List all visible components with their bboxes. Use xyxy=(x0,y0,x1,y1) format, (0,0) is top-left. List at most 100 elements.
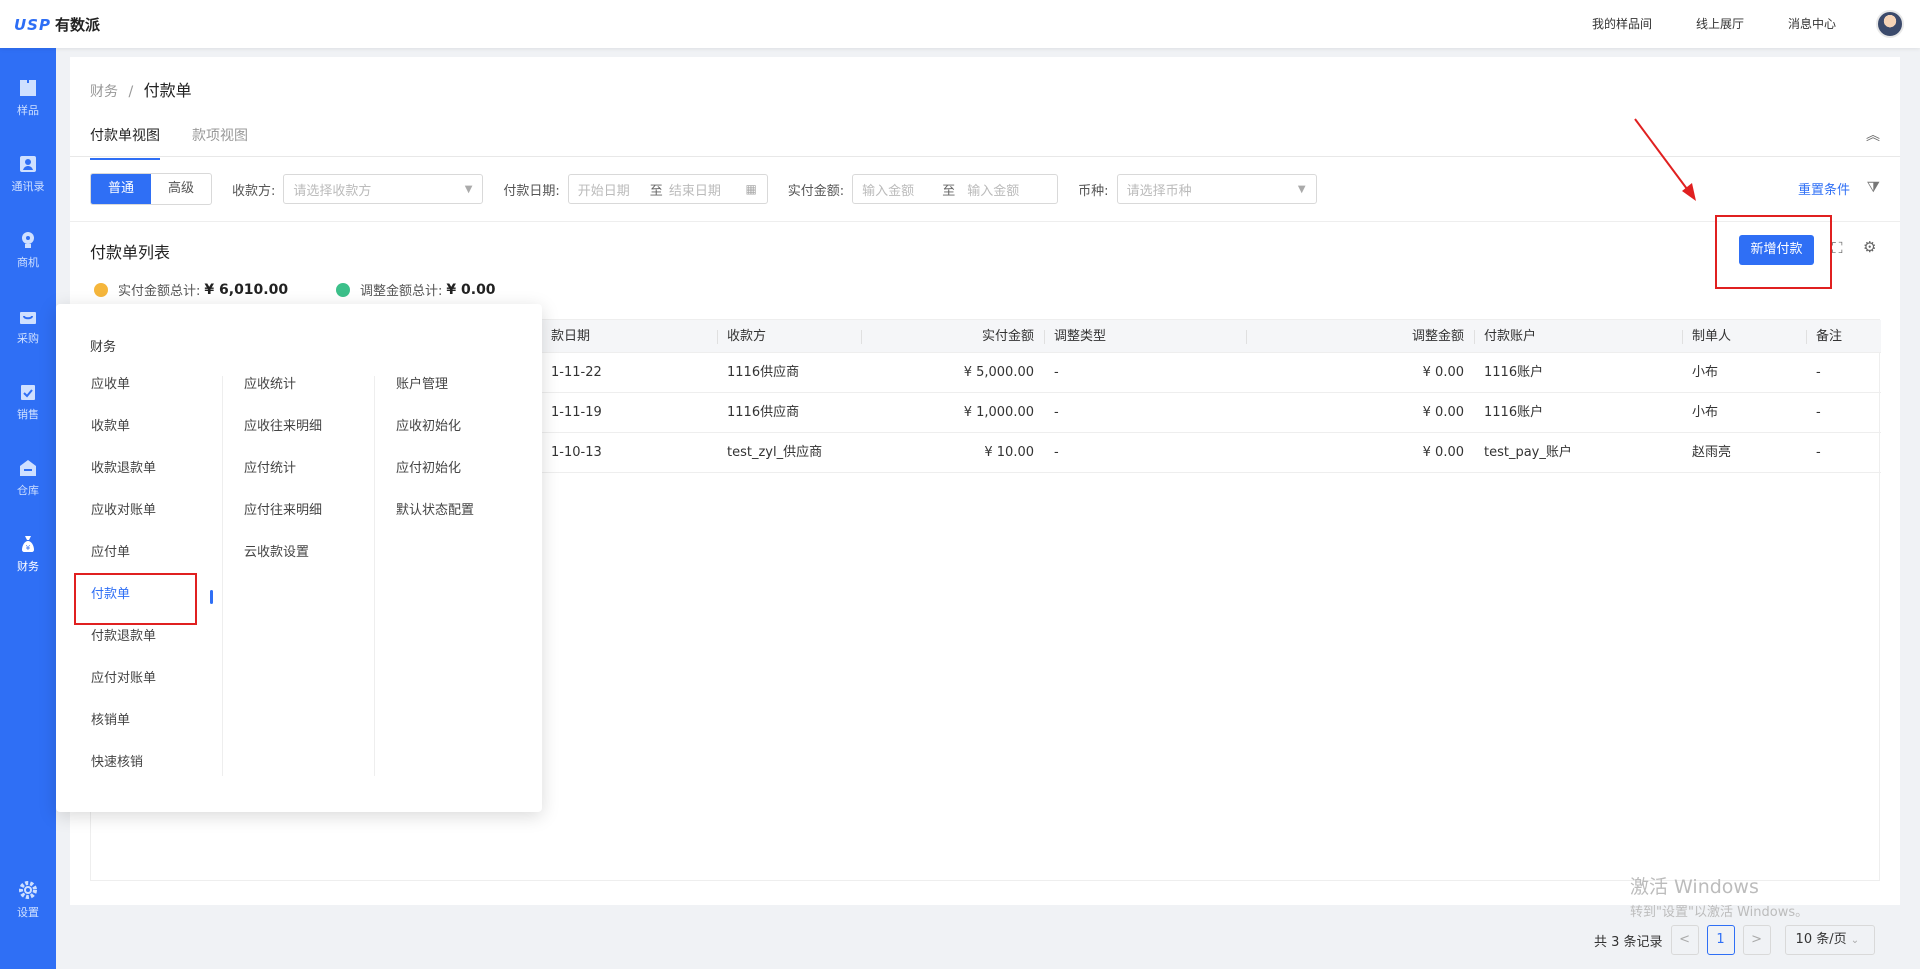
cell-adjust-amount: ¥ 0.00 xyxy=(1422,445,1464,460)
menu-item-receivable-init[interactable]: 应收初始化 xyxy=(396,418,474,460)
column-separator xyxy=(1474,330,1475,344)
tab-item-view[interactable]: 款项视图 xyxy=(192,125,248,160)
sidebar-item-finance[interactable]: ¥ 财务 xyxy=(0,534,56,574)
menu-item-account-management[interactable]: 账户管理 xyxy=(396,376,474,418)
date-end-placeholder: 结束日期 xyxy=(668,183,721,199)
menu-item-payment-refund[interactable]: 付款退款单 xyxy=(91,628,156,670)
contacts-icon xyxy=(20,156,36,172)
menu-item-receivable-detail[interactable]: 应收往来明细 xyxy=(244,418,322,460)
cell-adjust-type: - xyxy=(1054,445,1059,460)
payment-date-label: 付款日期: xyxy=(503,183,560,199)
breadcrumb-parent[interactable]: 财务 xyxy=(90,84,118,100)
sidebar-item-purchase[interactable]: 采购 xyxy=(0,306,56,346)
menu-column-divider xyxy=(374,376,375,776)
mode-advanced-button[interactable]: 高级 xyxy=(151,174,211,204)
menu-item-quick-writeoff[interactable]: 快速核销 xyxy=(91,754,156,796)
list-title: 付款单列表 xyxy=(90,243,171,262)
online-showroom-link[interactable]: 线上展厅 xyxy=(1696,15,1744,32)
breadcrumb: 财务 / 付款单 xyxy=(90,77,192,101)
section-divider xyxy=(70,221,1900,222)
menu-item-payable-stats[interactable]: 应付统计 xyxy=(244,460,322,502)
sidebar-label: 采购 xyxy=(17,332,39,345)
pagination: 共 3 条记录 < 1 > 10 条/页 ⌄ xyxy=(1594,925,1875,955)
sidebar-item-settings[interactable]: 设置 xyxy=(0,880,56,920)
menu-item-receivable[interactable]: 应收单 xyxy=(91,376,156,418)
column-header-creator[interactable]: 制单人 xyxy=(1692,320,1731,353)
lock-icon xyxy=(336,282,350,297)
message-center-link[interactable]: 消息中心 xyxy=(1788,15,1836,32)
sidebar-label: 设置 xyxy=(17,906,39,919)
menu-title: 财务 xyxy=(90,340,117,355)
column-header-date[interactable]: 款日期 xyxy=(551,320,590,353)
sidebar-label: 样品 xyxy=(17,104,39,117)
app-logo[interactable]: USP 有数派 xyxy=(14,14,100,35)
svg-text:¥: ¥ xyxy=(26,544,31,552)
page-size-select[interactable]: 10 条/页 ⌄ xyxy=(1784,925,1875,955)
my-sample-room-link[interactable]: 我的样品间 xyxy=(1592,15,1652,32)
filter-mode-toggle: 普通 高级 xyxy=(90,173,212,205)
sidebar-label: 财务 xyxy=(17,560,39,573)
sidebar-item-warehouse[interactable]: 仓库 xyxy=(0,458,56,498)
page-1-button[interactable]: 1 xyxy=(1706,925,1735,955)
menu-item-default-status-config[interactable]: 默认状态配置 xyxy=(396,502,474,544)
cell-paid-amount: ¥ 1,000.00 xyxy=(963,405,1034,420)
column-separator xyxy=(1806,330,1807,344)
settings-icon[interactable]: ⚙ xyxy=(1863,238,1876,256)
menu-item-payable-init[interactable]: 应付初始化 xyxy=(396,460,474,502)
sidebar-label: 销售 xyxy=(17,408,39,421)
cell-account: 1116账户 xyxy=(1484,405,1544,420)
column-header-remark[interactable]: 备注 xyxy=(1816,320,1842,353)
payment-date-range[interactable]: 开始日期 至 结束日期 ▦ xyxy=(567,174,768,204)
cell-creator: 小布 xyxy=(1692,405,1719,420)
collapse-icon[interactable]: ︽ xyxy=(1866,125,1880,145)
next-page-button[interactable]: > xyxy=(1742,925,1771,955)
avatar[interactable] xyxy=(1876,10,1904,38)
windows-activation-watermark: 激活 Windows 转到"设置"以激活 Windows。 xyxy=(1630,872,1808,920)
sidebar-label: 商机 xyxy=(17,256,39,269)
menu-column-3: 账户管理 应收初始化 应付初始化 默认状态配置 xyxy=(396,376,474,544)
cell-adjust-amount: ¥ 0.00 xyxy=(1422,405,1464,420)
column-header-payee[interactable]: 收款方 xyxy=(727,320,766,353)
currency-select[interactable]: 请选择币种 ▼ xyxy=(1116,174,1317,204)
column-separator xyxy=(1044,330,1045,344)
fullscreen-icon[interactable]: ⛶ xyxy=(1832,239,1843,257)
paid-total-summary: 实付金额总计: ¥ 6,010.00 xyxy=(94,280,288,299)
adjust-total-summary: 调整金额总计: ¥ 0.00 xyxy=(336,280,496,299)
sidebar-item-contacts[interactable]: 通讯录 xyxy=(0,154,56,194)
payee-label: 收款方: xyxy=(232,183,276,199)
column-header-paid-amount[interactable]: 实付金额 xyxy=(871,320,1034,353)
column-header-account[interactable]: 付款账户 xyxy=(1484,320,1536,353)
cell-paid-amount: ¥ 10.00 xyxy=(984,445,1034,460)
view-tabs: 付款单视图 款项视图 xyxy=(90,125,248,160)
mode-normal-button[interactable]: 普通 xyxy=(91,174,151,204)
menu-item-receivable-stats[interactable]: 应收统计 xyxy=(244,376,322,418)
tab-divider xyxy=(70,156,1900,157)
sidebar-label: 仓库 xyxy=(17,484,39,497)
cell-payee: 1116供应商 xyxy=(727,405,800,420)
tab-payment-view[interactable]: 付款单视图 xyxy=(90,125,160,160)
menu-item-payable-detail[interactable]: 应付往来明细 xyxy=(244,502,322,544)
menu-item-receivable-statement[interactable]: 应收对账单 xyxy=(91,502,156,544)
menu-item-receipt[interactable]: 收款单 xyxy=(91,418,156,460)
reset-filters-link[interactable]: 重置条件 xyxy=(1798,179,1850,198)
column-header-adjust-amount[interactable]: 调整金额 xyxy=(1256,320,1464,353)
payee-select[interactable]: 请选择收款方 ▼ xyxy=(283,174,484,204)
sidebar-item-samples[interactable]: 样品 xyxy=(0,78,56,118)
date-range-separator: 至 xyxy=(649,183,663,199)
menu-item-receipt-refund[interactable]: 收款退款单 xyxy=(91,460,156,502)
column-header-adjust-type[interactable]: 调整类型 xyxy=(1054,320,1106,353)
amount-range[interactable]: 输入金额 至 输入金额 xyxy=(852,174,1059,204)
menu-item-payable-statement[interactable]: 应付对账单 xyxy=(91,670,156,712)
cell-payee: test_zyl_供应商 xyxy=(727,445,823,460)
watermark-line2: 转到"设置"以激活 Windows。 xyxy=(1630,905,1809,920)
annotation-arrow xyxy=(1634,118,1696,201)
prev-page-button[interactable]: < xyxy=(1670,925,1699,955)
cell-payee: 1116供应商 xyxy=(727,365,800,380)
column-separator xyxy=(1682,330,1683,344)
sidebar-item-sales[interactable]: 销售 xyxy=(0,382,56,422)
sidebar-item-opportunities[interactable]: 商机 xyxy=(0,230,56,270)
filter-clear-icon[interactable]: ⧩ xyxy=(1867,178,1880,196)
menu-item-cloud-receipt-settings[interactable]: 云收款设置 xyxy=(244,544,322,586)
menu-item-writeoff[interactable]: 核销单 xyxy=(91,712,156,754)
cell-remark: - xyxy=(1816,365,1821,380)
